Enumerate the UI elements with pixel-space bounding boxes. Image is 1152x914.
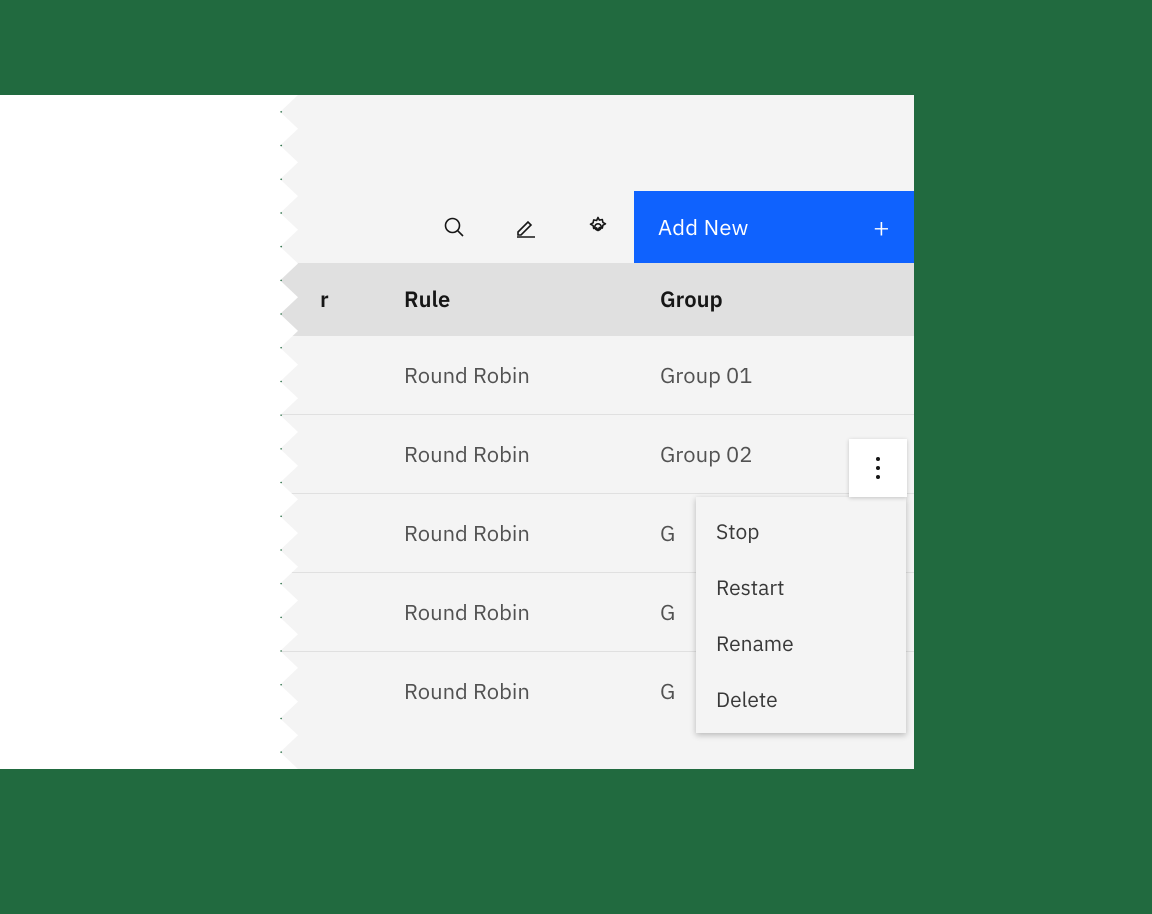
column-header-rule[interactable]: Rule [404, 285, 660, 314]
column-header-group[interactable]: Group [660, 285, 914, 314]
stage: Add New + r Rule Group Round Robin Group… [0, 0, 1152, 914]
cell-rule: Round Robin [404, 677, 660, 706]
cell-group: Group 01 [660, 361, 914, 390]
cell-rule: Round Robin [404, 361, 660, 390]
cell-rule: Round Robin [404, 598, 660, 627]
table-header-row: r Rule Group [264, 263, 914, 335]
context-menu-item-stop[interactable]: Stop [696, 503, 906, 559]
add-new-label: Add New [658, 213, 749, 242]
context-menu-item-rename[interactable]: Rename [696, 615, 906, 671]
plus-icon: + [873, 213, 890, 241]
add-new-button[interactable]: Add New + [634, 191, 914, 263]
toolbar: Add New + [264, 191, 914, 263]
search-icon[interactable] [418, 191, 490, 263]
context-menu-item-delete[interactable]: Delete [696, 671, 906, 727]
table-row[interactable]: Round Robin Group 02 [264, 414, 914, 493]
settings-icon[interactable] [562, 191, 634, 263]
torn-white-sheet [0, 95, 298, 769]
kebab-icon [876, 455, 880, 482]
table-row[interactable]: Round Robin Group 01 [264, 335, 914, 414]
edit-icon[interactable] [490, 191, 562, 263]
cell-rule: Round Robin [404, 440, 660, 469]
context-menu-item-restart[interactable]: Restart [696, 559, 906, 615]
context-menu: Stop Restart Rename Delete [696, 497, 906, 733]
overflow-menu-button[interactable] [849, 439, 907, 497]
cell-rule: Round Robin [404, 519, 660, 548]
toolbar-icon-group [264, 191, 634, 263]
